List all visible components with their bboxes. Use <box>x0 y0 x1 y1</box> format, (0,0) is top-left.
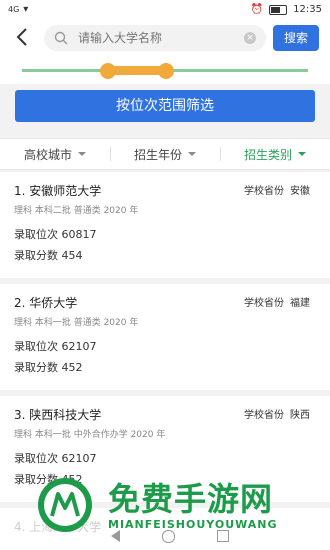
admission-rank: 录取位次 62107 <box>14 452 97 465</box>
tab-label: 招生年份 <box>133 147 182 162</box>
province: 学校省份 陕西 <box>244 410 310 421</box>
chevron-down-icon <box>78 152 86 156</box>
admission-score: 录取分数 452 <box>14 361 83 374</box>
admission-rank: 录取位次 62107 <box>14 340 97 353</box>
chevron-down-icon <box>298 152 306 156</box>
tab-city[interactable]: 高校城市 <box>0 139 110 169</box>
province: 学校省份 福建 <box>244 298 310 309</box>
tab-label: 招生类别 <box>243 147 292 162</box>
top-bar: × 搜索 <box>0 20 330 56</box>
admission-meta: 理科 本科二批 普通类 2020 年 <box>14 206 139 216</box>
battery-icon <box>269 4 288 15</box>
university-name: 1. 安徽师范大学 <box>14 184 102 198</box>
search-box[interactable]: × <box>44 25 266 51</box>
tab-category[interactable]: 招生类别 <box>220 139 330 169</box>
university-name: 2. 华侨大学 <box>14 296 78 310</box>
alarm-icon: ⏰ <box>250 4 264 15</box>
wifi-icon: ▾ <box>23 4 29 15</box>
list-item[interactable]: 1. 安徽师范大学 学校省份 安徽 理科 本科二批 普通类 2020 年 录取位次… <box>0 172 330 278</box>
chevron-down-icon <box>188 152 196 156</box>
university-name: 3. 陕西科技大学 <box>14 408 102 422</box>
status-bar: 4G ▾ ⏰ 12:35 <box>0 0 330 20</box>
watermark-subtitle: MIANFEISHOUYOUWANG <box>108 518 278 531</box>
slider-thumb-min[interactable] <box>100 63 116 79</box>
admission-meta: 理科 本科一批 中外合作办学 2020 年 <box>14 430 166 440</box>
admission-rank: 录取位次 60817 <box>14 228 97 241</box>
filter-by-rank-button[interactable]: 按位次范围筛选 <box>15 90 315 122</box>
watermark-title: 免费手游网 <box>108 480 274 518</box>
search-icon <box>54 31 68 45</box>
signal-icon: 4G <box>8 5 20 14</box>
filter-tabs: 高校城市 招生年份 招生类别 <box>0 138 330 170</box>
tab-year[interactable]: 招生年份 <box>110 139 220 169</box>
search-button[interactable]: 搜索 <box>273 25 319 51</box>
watermark-logo-icon <box>38 478 92 532</box>
admission-meta: 理科 本科一批 普通类 2020 年 <box>14 318 139 328</box>
slider-thumb-max[interactable] <box>158 63 174 79</box>
search-input[interactable] <box>76 30 240 46</box>
clear-icon[interactable]: × <box>244 32 256 44</box>
rank-range-slider[interactable] <box>0 56 330 84</box>
tab-label: 高校城市 <box>23 147 72 162</box>
back-arrow-icon[interactable] <box>12 26 34 48</box>
list-item[interactable]: 2. 华侨大学 学校省份 福建 理科 本科一批 普通类 2020 年 录取位次 6… <box>0 284 330 390</box>
admission-score: 录取分数 454 <box>14 249 83 262</box>
clock: 12:35 <box>293 4 322 15</box>
watermark: 免费手游网 MIANFEISHOUYOUWANG <box>30 470 330 550</box>
province: 学校省份 安徽 <box>244 186 310 197</box>
